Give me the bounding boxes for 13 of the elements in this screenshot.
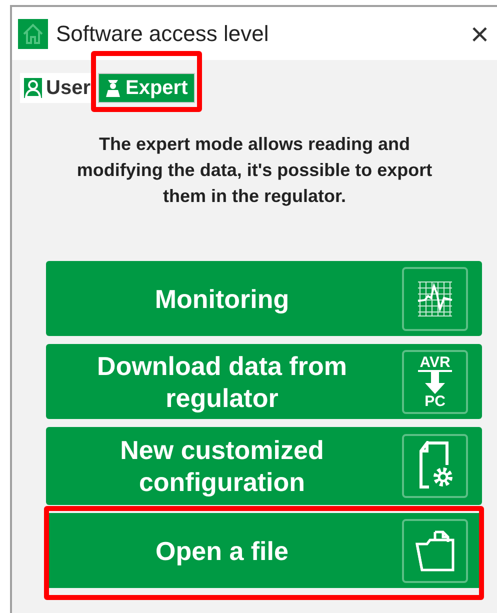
person-icon xyxy=(105,78,122,98)
close-button[interactable]: × xyxy=(470,18,489,50)
person-icon xyxy=(24,78,42,98)
down-arrow-icon xyxy=(425,372,445,394)
tab[interactable]: Expert xyxy=(98,73,195,103)
action-button[interactable]: New customized configuration xyxy=(46,427,482,505)
window-title: Software access level xyxy=(56,20,269,48)
action-button[interactable]: Download data from regulator AVR PC xyxy=(46,344,482,419)
house-icon xyxy=(18,18,48,48)
description-text: The expert mode allows reading and modifying the data, it's possible to export them in the regulator. xyxy=(76,133,434,208)
action-button[interactable]: Monitoring xyxy=(46,261,482,336)
icon-label: PC xyxy=(424,394,446,408)
action-button[interactable]: Open a file xyxy=(46,513,482,588)
